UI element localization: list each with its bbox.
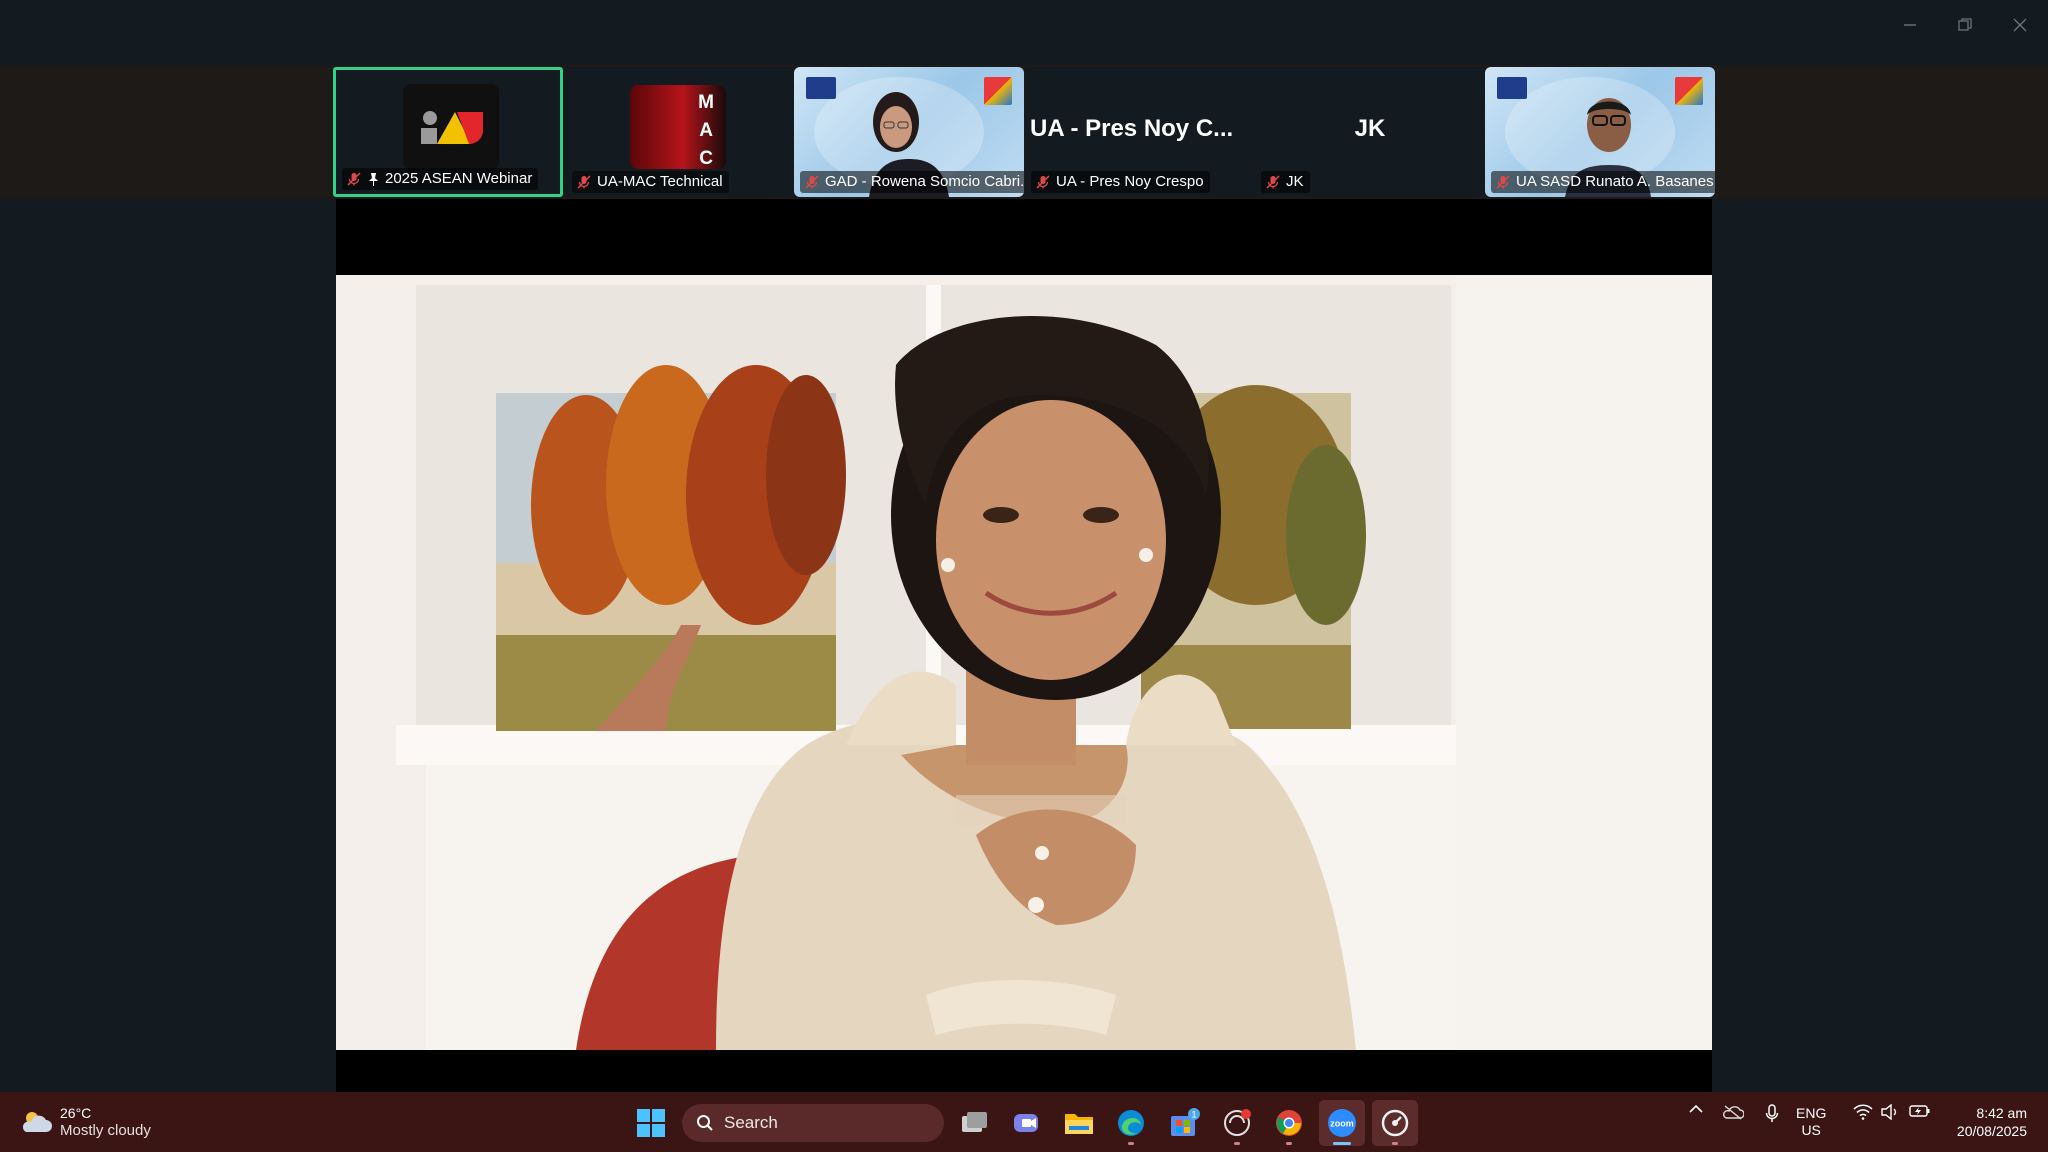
zoom-button[interactable]: zoom [1319, 1100, 1365, 1146]
mic-muted-icon [805, 175, 819, 189]
minimize-icon [1904, 24, 1916, 26]
participant-label: UA SASD Runato A. Basanes [1491, 171, 1715, 193]
language-code: ENG [1796, 1105, 1827, 1121]
taskbar: 26°C Mostly cloudy Search 1 zoom ENG US … [0, 1092, 2048, 1152]
chrome-button[interactable] [1266, 1100, 1312, 1146]
clock[interactable]: 8:42 am 20/08/2025 [1945, 1104, 2027, 1140]
cloudy-icon [22, 1112, 52, 1132]
restore-button[interactable] [1945, 10, 1985, 40]
mac-logo: M A C [630, 85, 726, 169]
clock-time: 8:42 am [1976, 1105, 2027, 1121]
store-icon: 1 [1171, 1108, 1200, 1136]
speaker-icon [1881, 1104, 1897, 1120]
pin-icon [369, 172, 378, 186]
teams-button[interactable] [1003, 1100, 1049, 1146]
participant-display-name: UA - Pres Noy C... [1030, 115, 1234, 142]
weather-condition: Mostly cloudy [60, 1122, 151, 1139]
running-indicator [1392, 1142, 1398, 1145]
zoom-icon: zoom [1328, 1109, 1356, 1137]
task-view-button[interactable] [951, 1100, 997, 1146]
taskbar-search[interactable]: Search [682, 1104, 944, 1142]
running-indicator [1128, 1142, 1134, 1145]
keyboard-region: US [1801, 1122, 1821, 1138]
participant-name: UA - Pres Noy Crespo [1056, 173, 1204, 190]
store-button[interactable]: 1 [1161, 1100, 1207, 1146]
teams-icon [1014, 1114, 1038, 1132]
edge-button[interactable] [1108, 1100, 1154, 1146]
participant-tile-gad-rowena[interactable]: GAD - Rowena Somcio Cabri... [794, 67, 1024, 197]
close-button[interactable] [2000, 10, 2040, 40]
battery-charging-icon [1909, 1105, 1930, 1117]
language-indicator[interactable]: ENG US [1796, 1105, 1826, 1139]
participant-label: GAD - Rowena Somcio Cabri... [800, 171, 1024, 193]
search-icon [697, 1115, 713, 1131]
gauge-icon [1381, 1109, 1409, 1137]
participant-name: UA SASD Runato A. Basanes [1516, 173, 1714, 190]
search-label: Search [724, 1113, 778, 1132]
task-view-icon [962, 1112, 987, 1132]
mic-muted-icon [1266, 175, 1280, 189]
mic-muted-icon [1496, 175, 1510, 189]
running-indicator [1286, 1142, 1292, 1145]
participant-label: 2025 ASEAN Webinar [342, 168, 539, 190]
chrome-icon [1276, 1110, 1302, 1136]
speaker-video-frame [336, 275, 1712, 1050]
cloud-offline-icon [1723, 1105, 1744, 1120]
mic-muted-icon [347, 172, 361, 186]
start-button[interactable] [628, 1100, 674, 1146]
mic-muted-icon [577, 175, 591, 189]
speaker-video [336, 275, 1712, 1050]
onedrive-button[interactable] [1721, 1104, 1745, 1120]
microphone-button[interactable] [1762, 1104, 1782, 1124]
clock-date: 20/08/2025 [1956, 1123, 2027, 1139]
zoom-label: zoom [1330, 1119, 1354, 1129]
logo-letter: C [699, 148, 713, 169]
battery-button[interactable] [1908, 1104, 1932, 1118]
minimize-button[interactable] [1890, 10, 1930, 40]
running-indicator [1333, 1142, 1351, 1145]
close-icon [2013, 18, 2027, 32]
webinar-logo [403, 84, 499, 170]
volume-button[interactable] [1879, 1104, 1901, 1120]
restore-icon [1958, 18, 1972, 31]
logo-letter: M [698, 92, 714, 113]
participant-tile-pres-noy-crespo[interactable]: UA - Pres Noy C... UA - Pres Noy Crespo [1025, 67, 1255, 197]
participant-tile-ua-sasd-runato[interactable]: UA SASD Runato A. Basanes [1485, 67, 1715, 197]
store-badge: 1 [1191, 1110, 1196, 1120]
chevron-up-icon [1689, 1104, 1703, 1113]
participant-tile-ua-mac[interactable]: M A C UA-MAC Technical [566, 67, 796, 197]
weather-temp: 26°C [60, 1105, 92, 1121]
participant-strip [0, 65, 2048, 199]
weather-widget[interactable]: 26°C Mostly cloudy [20, 1104, 151, 1140]
title-bar [0, 0, 2048, 50]
participant-label: JK [1261, 171, 1310, 193]
participant-name: GAD - Rowena Somcio Cabri... [825, 173, 1024, 190]
circle-app-icon [1224, 1109, 1251, 1136]
participant-label: UA - Pres Noy Crespo [1031, 171, 1210, 193]
network-button[interactable] [1852, 1104, 1874, 1120]
participant-name: JK [1286, 173, 1304, 190]
file-explorer-button[interactable] [1056, 1100, 1102, 1146]
participant-name: UA-MAC Technical [597, 173, 723, 190]
edge-icon [1118, 1110, 1144, 1136]
participant-tile-jk[interactable]: JK JK [1255, 67, 1485, 197]
participant-display-name: JK [1354, 115, 1386, 142]
running-indicator [1234, 1142, 1240, 1145]
mic-muted-icon [1036, 175, 1050, 189]
microphone-icon [1765, 1104, 1779, 1122]
logo-letter: A [699, 120, 713, 141]
folder-icon [1065, 1114, 1093, 1134]
tray-overflow-button[interactable] [1686, 1104, 1706, 1114]
app-button-6[interactable] [1214, 1100, 1260, 1146]
wifi-icon [1853, 1104, 1873, 1120]
windows-icon [637, 1109, 665, 1137]
participant-tile-asean-webinar[interactable]: 2025 ASEAN Webinar [333, 67, 563, 197]
painting-left [496, 365, 846, 731]
participant-name: 2025 ASEAN Webinar [385, 170, 533, 187]
participant-label: UA-MAC Technical [572, 171, 729, 193]
app-button-9[interactable] [1372, 1100, 1418, 1146]
